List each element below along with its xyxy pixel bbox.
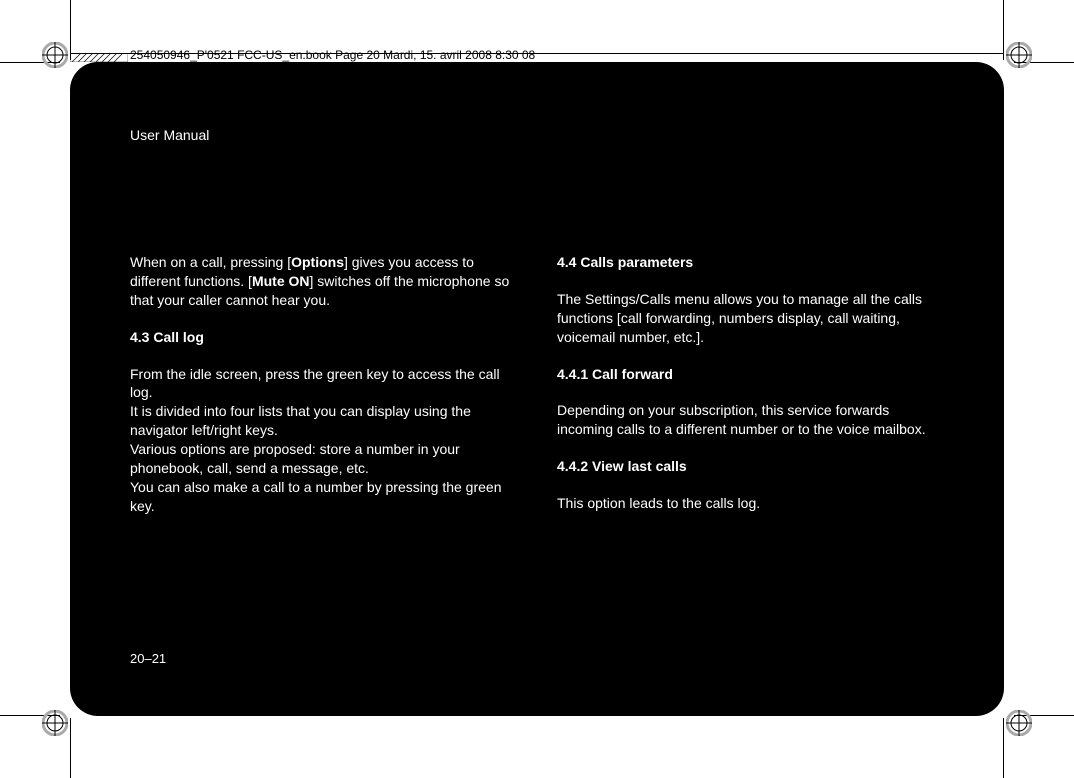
section-heading-4-4-1: 4.4.1 Call forward	[557, 365, 944, 384]
registration-mark-icon	[1006, 42, 1032, 68]
paragraph: From the idle screen, press the green ke…	[130, 365, 517, 403]
paragraph: The Settings/Calls menu allows you to ma…	[557, 290, 944, 347]
crop-mark	[70, 718, 71, 778]
section-heading-4-3: 4.3 Call log	[130, 328, 517, 347]
column-right: 4.4 Calls parameters The Settings/Calls …	[557, 253, 944, 516]
paragraph: It is divided into four lists that you c…	[130, 402, 517, 440]
column-left: When on a call, pressing [Options] gives…	[130, 253, 517, 516]
registration-mark-icon	[42, 710, 68, 736]
text-bold: Options	[291, 254, 344, 270]
crop-mark	[1003, 0, 1004, 60]
crop-mark	[1003, 718, 1004, 778]
content-columns: When on a call, pressing [Options] gives…	[130, 253, 944, 516]
page-number: 20–21	[130, 651, 166, 666]
document-header-meta: 254050946_P'0521 FCC-US_en.book Page 20 …	[130, 48, 535, 62]
registration-mark-icon	[42, 42, 68, 68]
paragraph: Depending on your subscription, this ser…	[557, 401, 944, 439]
section-heading-4-4-2: 4.4.2 View last calls	[557, 457, 944, 476]
section-heading-4-4: 4.4 Calls parameters	[557, 253, 944, 272]
document-page: User Manual When on a call, pressing [Op…	[70, 62, 1004, 716]
paragraph: Various options are proposed: store a nu…	[130, 440, 517, 478]
paragraph: You can also make a call to a number by …	[130, 478, 517, 516]
paragraph: When on a call, pressing [Options] gives…	[130, 253, 517, 310]
text-bold: Mute ON	[252, 273, 310, 289]
text-run: When on a call, pressing [	[130, 254, 291, 270]
page-title: User Manual	[130, 127, 944, 143]
paragraph: This option leads to the calls log.	[557, 494, 944, 513]
header-hatch-icon	[70, 49, 128, 58]
registration-mark-icon	[1006, 710, 1032, 736]
